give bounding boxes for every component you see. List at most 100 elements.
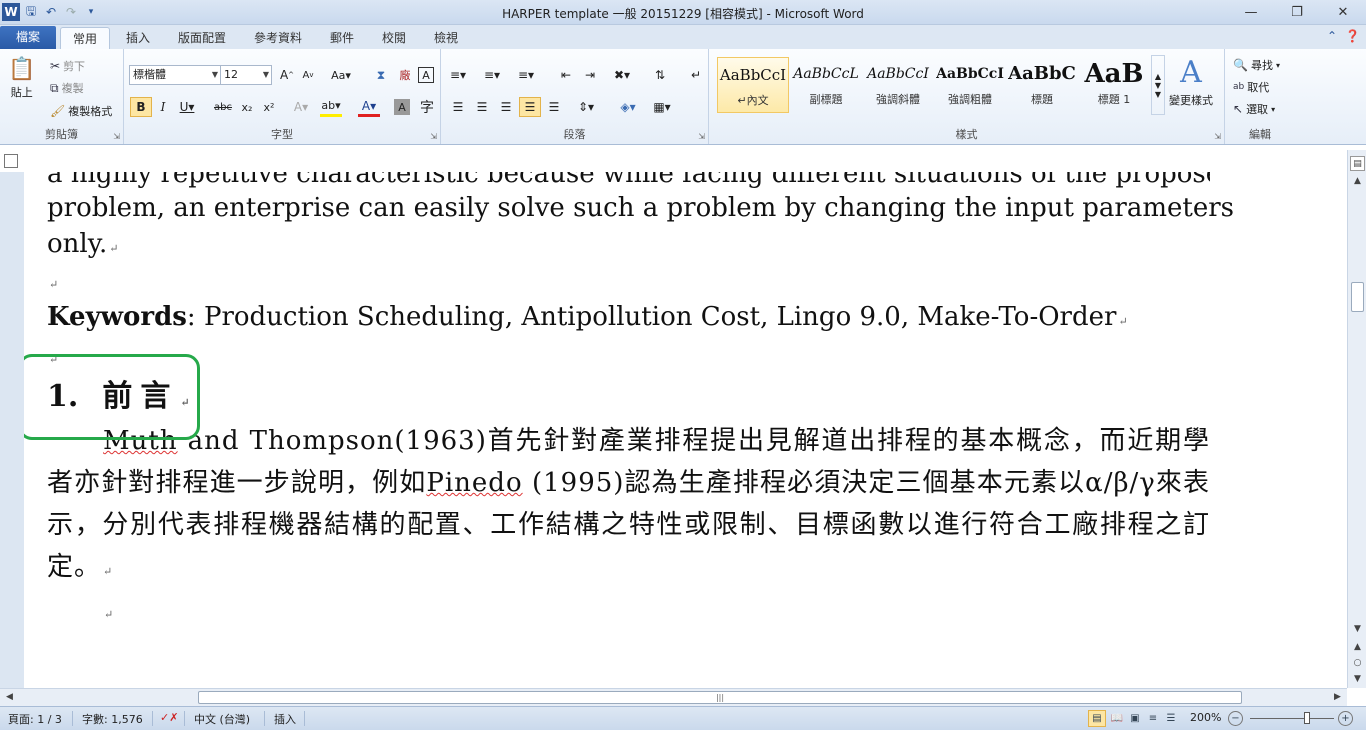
vertical-scrollbar[interactable]: ▤ ▲ ▼ ▲ ○ ▼ (1347, 150, 1366, 688)
horizontal-scrollbar[interactable]: ◀ ||| ▶ (0, 688, 1347, 706)
scroll-down-icon[interactable]: ▼ (1350, 622, 1365, 637)
font-size-combo[interactable]: 12 ▼ (220, 65, 272, 85)
zoom-out-icon[interactable]: − (1228, 711, 1243, 726)
italic-button[interactable]: I (152, 97, 174, 117)
tab-view[interactable]: 檢視 (422, 27, 470, 49)
outline-view-icon[interactable]: ≡ (1144, 710, 1162, 727)
tab-home[interactable]: 常用 (60, 27, 111, 49)
style-emphasis[interactable]: AaBbCcI 強調斜體 (862, 57, 934, 113)
close-button[interactable]: ✕ (1320, 0, 1366, 25)
next-page-icon[interactable]: ▼ (1350, 672, 1365, 687)
full-screen-reading-icon[interactable]: 📖 (1108, 710, 1126, 727)
zoom-in-icon[interactable]: + (1338, 711, 1353, 726)
zoom-slider-thumb[interactable] (1304, 712, 1310, 724)
enclose-characters-icon[interactable]: 字 (416, 97, 438, 117)
tab-page-layout[interactable]: 版面配置 (166, 27, 238, 49)
view-ruler-icon[interactable]: ▤ (1350, 156, 1365, 171)
proofing-icon[interactable]: ✓✗ (160, 711, 178, 724)
print-layout-view-icon[interactable]: ▤ (1088, 710, 1106, 727)
increase-indent-icon[interactable]: ⇥ (579, 65, 601, 85)
replace-button[interactable]: ab 取代 (1233, 79, 1269, 95)
zoom-slider-track[interactable] (1250, 718, 1334, 719)
bold-button[interactable]: B (130, 97, 152, 117)
clipboard-launcher-icon[interactable]: ⇲ (113, 132, 120, 141)
strikethrough-button[interactable]: abc (212, 97, 234, 117)
word-count[interactable]: 字數: 1,576 (82, 711, 143, 727)
zoom-level[interactable]: 200% (1190, 711, 1221, 724)
scroll-left-icon[interactable]: ◀ (2, 690, 17, 705)
decrease-indent-icon[interactable]: ⇤ (555, 65, 577, 85)
justify-icon[interactable]: ☰ (519, 97, 541, 117)
style-title[interactable]: AaBbC 標題 (1006, 57, 1078, 113)
cut-button[interactable]: ✂ 剪下 (50, 58, 85, 74)
grow-font-icon[interactable]: A ^ (276, 65, 298, 85)
show-marks-icon[interactable]: ↵ (685, 65, 707, 85)
paste-button[interactable]: 📋 貼上 (8, 57, 35, 100)
tab-references[interactable]: 參考資料 (242, 27, 314, 49)
align-center-icon[interactable]: ☰ (471, 97, 493, 117)
tab-review[interactable]: 校閱 (370, 27, 418, 49)
format-painter-button[interactable]: 🖌 複製格式 (50, 103, 112, 119)
superscript-button[interactable]: x² (258, 97, 280, 117)
tab-insert[interactable]: 插入 (114, 27, 162, 49)
horizontal-scroll-thumb[interactable]: ||| (198, 691, 1242, 704)
language-indicator[interactable]: 中文 (台灣) (194, 711, 250, 727)
text-effects-icon[interactable]: A▾ (290, 97, 312, 117)
style-heading-1[interactable]: AaB 標題 1 (1078, 57, 1150, 113)
tab-file[interactable]: 檔案 (0, 26, 56, 49)
align-right-icon[interactable]: ☰ (495, 97, 517, 117)
previous-page-icon[interactable]: ▲ (1350, 640, 1365, 655)
styles-gallery-scroll[interactable]: ▲ ▼ ▼ (1151, 55, 1165, 115)
insert-mode[interactable]: 插入 (274, 711, 296, 727)
highlight-icon[interactable]: ab▾ (320, 97, 342, 117)
font-color-icon[interactable]: A▾ (358, 97, 380, 117)
select-button[interactable]: ↖ 選取 ▾ (1233, 101, 1275, 117)
tab-mailings[interactable]: 郵件 (318, 27, 366, 49)
bullets-icon[interactable]: ≡▾ (447, 65, 469, 85)
document-canvas[interactable]: a highly repetitive characteristic becau… (24, 172, 1347, 688)
style-subtitle[interactable]: AaBbCcL 副標題 (790, 57, 862, 113)
scroll-up-icon[interactable]: ▲ (1350, 174, 1365, 189)
change-case-icon[interactable]: Aa▾ (330, 65, 352, 85)
font-launcher-icon[interactable]: ⇲ (430, 132, 437, 141)
styles-launcher-icon[interactable]: ⇲ (1214, 132, 1221, 141)
distributed-icon[interactable]: ☰ (543, 97, 565, 117)
multilevel-list-icon[interactable]: ≡▾ (515, 65, 537, 85)
phonetic-guide-icon[interactable]: 廠 (394, 65, 416, 85)
paragraph-launcher-icon[interactable]: ⇲ (698, 132, 705, 141)
numbering-icon[interactable]: ≡▾ (481, 65, 503, 85)
align-left-icon[interactable]: ☰ (447, 97, 469, 117)
asian-layout-icon[interactable]: ✖▾ (611, 65, 633, 85)
restore-button[interactable]: ❐ (1274, 0, 1320, 25)
subscript-button[interactable]: x₂ (236, 97, 258, 117)
group-paragraph: ≡▾ ≡▾ ≡▾ ⇤ ⇥ ✖▾ ⇅ ↵ ☰ ☰ ☰ ☰ ☰ ⇕▾ ◈▾ ▦▾ 段… (441, 49, 709, 144)
change-styles-button[interactable]: A 變更樣式 (1169, 55, 1213, 108)
minimize-button[interactable]: — (1228, 0, 1274, 25)
character-border-icon[interactable]: A (418, 67, 434, 83)
web-layout-icon[interactable]: ▣ (1126, 710, 1144, 727)
clear-format-icon[interactable]: ⧗ (370, 65, 392, 85)
character-shading-icon[interactable]: A (394, 99, 410, 115)
tab-selector-icon[interactable] (4, 154, 18, 168)
select-label: 選取 (1246, 103, 1269, 116)
sort-icon[interactable]: ⇅ (649, 65, 671, 85)
empty-paragraph: ↵ (102, 600, 1265, 625)
vertical-scroll-thumb[interactable] (1351, 282, 1364, 312)
line-spacing-icon[interactable]: ⇕▾ (575, 97, 597, 117)
help-icon[interactable]: ❓ (1345, 29, 1360, 43)
shading-icon[interactable]: ◈▾ (617, 97, 639, 117)
select-browse-object-icon[interactable]: ○ (1350, 656, 1365, 671)
underline-button[interactable]: U▾ (176, 97, 198, 117)
ruler-toggle[interactable] (0, 150, 24, 172)
font-name-combo[interactable]: 標楷體 ▼ (129, 65, 221, 85)
draft-view-icon[interactable]: ☰ (1162, 710, 1180, 727)
find-button[interactable]: 🔍 尋找 ▾ (1233, 57, 1280, 73)
borders-icon[interactable]: ▦▾ (651, 97, 673, 117)
scroll-right-icon[interactable]: ▶ (1330, 690, 1345, 705)
style-strong[interactable]: AaBbCcI 強調粗體 (934, 57, 1006, 113)
shrink-font-icon[interactable]: Av (297, 65, 319, 85)
minimize-ribbon-icon[interactable]: ⌃ (1327, 29, 1337, 43)
page-indicator[interactable]: 頁面: 1 / 3 (8, 711, 62, 727)
copy-button[interactable]: ⧉ 複製 (50, 80, 84, 96)
style-normal[interactable]: AaBbCcI ↵內文 (717, 57, 789, 113)
